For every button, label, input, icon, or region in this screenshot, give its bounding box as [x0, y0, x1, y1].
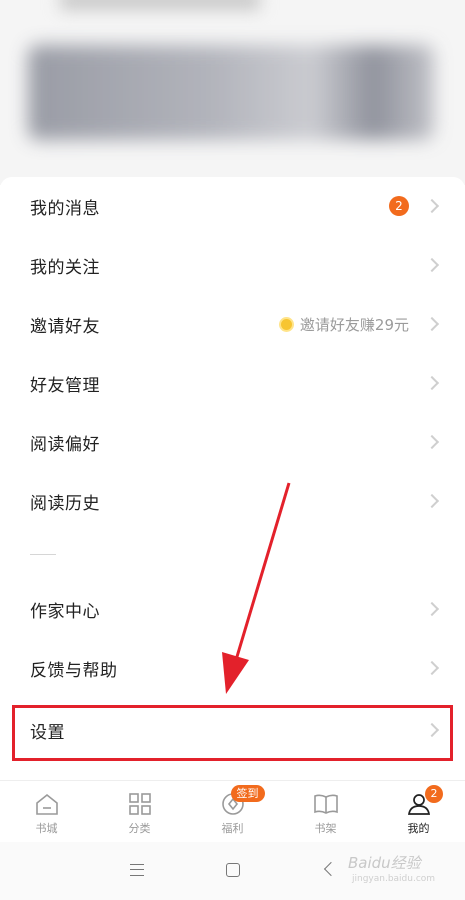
tab-label: 书架: [314, 822, 337, 835]
back-icon[interactable]: [323, 861, 339, 877]
menu-item-label: 作家中心: [30, 601, 100, 622]
tab-label: 福利: [221, 822, 244, 835]
menu-item-label: 邀请好友: [30, 316, 100, 337]
menu-item-feedback-help[interactable]: 反馈与帮助: [0, 639, 465, 697]
chevron-right-icon: [424, 316, 440, 332]
book-icon: [313, 794, 338, 814]
invite-reward-note: 邀请好友赚29元: [278, 314, 409, 334]
tab-category[interactable]: 分类: [93, 781, 186, 840]
menu-item-label: 我的消息: [30, 198, 100, 219]
tab-welfare[interactable]: 福利 签到: [186, 781, 279, 840]
blurred-header-text: [60, 0, 260, 10]
invite-reward-text: 邀请好友赚29元: [299, 315, 409, 334]
menu-item-label: 阅读偏好: [30, 434, 100, 455]
tab-label: 我的: [407, 822, 430, 835]
home-button-icon[interactable]: [226, 863, 240, 877]
menu-item-label: 好友管理: [30, 375, 100, 396]
section-divider: [30, 554, 56, 555]
grid-icon: [128, 793, 151, 815]
profile-header-blurred: [0, 0, 465, 185]
chevron-right-icon: [424, 660, 440, 676]
tab-label: 分类: [128, 822, 151, 835]
settings-highlight-box: [12, 705, 453, 761]
menu-item-label: 阅读历史: [30, 493, 100, 514]
chevron-right-icon: [424, 257, 440, 273]
chevron-right-icon: [424, 601, 440, 617]
menu-item-label: 我的关注: [30, 257, 100, 278]
mine-badge: 2: [425, 785, 443, 803]
coin-icon: [278, 316, 294, 332]
menu-item-invite-friends[interactable]: 邀请好友 邀请好友赚29元: [0, 295, 465, 353]
chevron-right-icon: [424, 375, 440, 391]
watermark-logo: Baidu经验: [348, 854, 421, 872]
tab-mine[interactable]: 我的 2: [372, 781, 465, 840]
tab-bookstore[interactable]: 书城: [0, 781, 93, 840]
watermark-url: jingyan.baidu.com: [352, 874, 436, 884]
settings-menu: 我的消息 2 我的关注 邀请好友 邀请好友赚29元 好友管理 阅读偏好 阅读历史…: [0, 177, 465, 777]
blurred-banner: [28, 45, 434, 140]
chevron-right-icon: [424, 493, 440, 509]
chevron-right-icon: [424, 198, 440, 214]
checkin-badge: 签到: [230, 785, 265, 802]
chevron-right-icon: [424, 434, 440, 450]
recent-apps-icon[interactable]: [130, 864, 144, 876]
menu-item-messages[interactable]: 我的消息 2: [0, 177, 465, 235]
unread-badge: 2: [389, 196, 409, 216]
menu-item-reading-preference[interactable]: 阅读偏好: [0, 413, 465, 471]
bottom-tab-bar: 书城 分类 福利 签到 书架 我的 2: [0, 780, 465, 840]
menu-item-author-center[interactable]: 作家中心: [0, 580, 465, 638]
tab-bookshelf[interactable]: 书架: [279, 781, 372, 840]
home-icon: [35, 793, 58, 815]
tab-label: 书城: [35, 822, 58, 835]
menu-item-label: 反馈与帮助: [30, 660, 118, 681]
menu-item-following[interactable]: 我的关注: [0, 236, 465, 294]
menu-item-reading-history[interactable]: 阅读历史: [0, 472, 465, 530]
menu-item-friend-management[interactable]: 好友管理: [0, 354, 465, 412]
